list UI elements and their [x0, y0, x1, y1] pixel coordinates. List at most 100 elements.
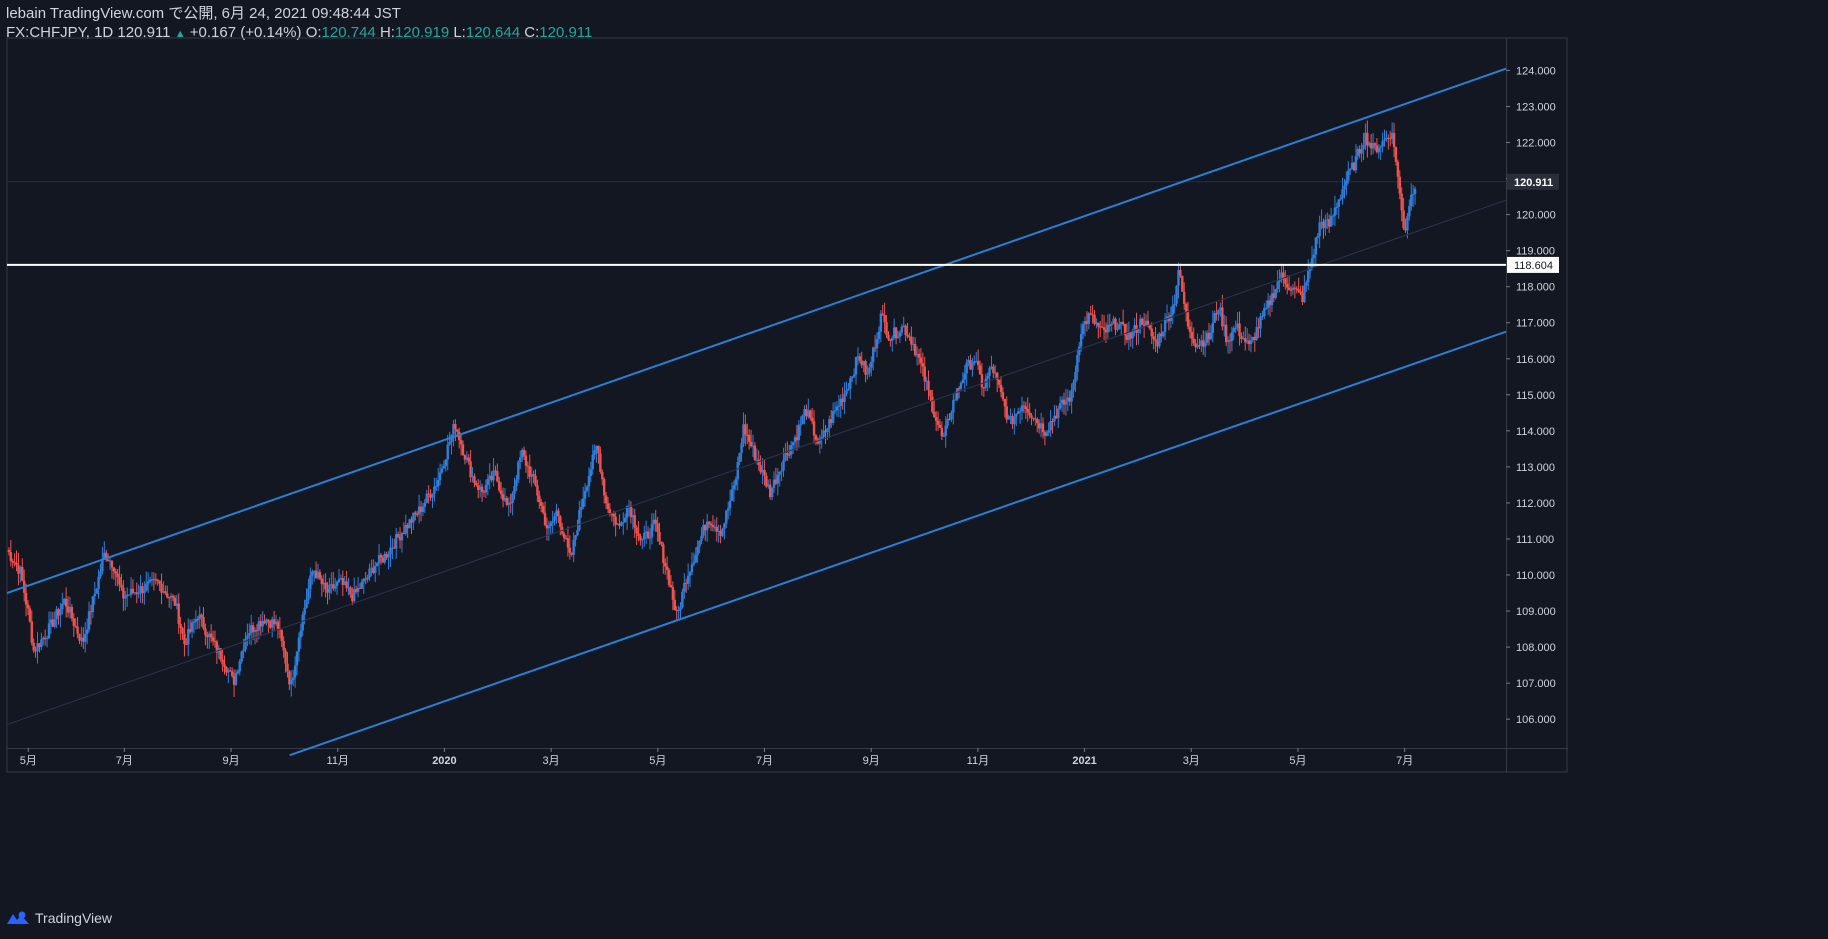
candle-body [1339, 198, 1342, 200]
candle-body [730, 489, 734, 501]
candle-body [1255, 327, 1258, 340]
candle-body [581, 498, 585, 508]
candle-body [238, 661, 241, 672]
candle-body [1400, 193, 1403, 211]
candle-body [93, 593, 96, 597]
candle-body [438, 472, 442, 480]
candle-body [1354, 156, 1358, 171]
candle-body [782, 460, 785, 471]
candle-body [116, 573, 119, 578]
candle-body [923, 366, 926, 382]
candle-body [877, 331, 881, 339]
candle-body [1360, 148, 1363, 154]
footer-brand: TradingView [35, 910, 113, 926]
candle-body [700, 535, 703, 542]
candle-body [1102, 327, 1106, 330]
candle-body [650, 524, 654, 538]
channel-line-upper [6, 67, 1507, 594]
candle-body [845, 390, 848, 394]
candle-body [566, 538, 570, 548]
candle-body [99, 571, 102, 577]
candle-body [183, 633, 186, 645]
x-tick-label: 7月 [116, 755, 133, 767]
candle-body [919, 357, 923, 364]
candle-body [547, 526, 551, 529]
candle-body [431, 493, 434, 498]
candle-body [484, 484, 488, 493]
candle-body [707, 521, 711, 524]
candle-body [248, 633, 251, 636]
candle-body [97, 576, 100, 589]
candle-body [1402, 210, 1405, 229]
last-price-label: 120.911 [1514, 177, 1553, 189]
candle-body [648, 537, 652, 539]
footer: TradingView [6, 910, 112, 926]
candle-body [114, 571, 117, 574]
candle-body [301, 614, 304, 631]
candle-body [1238, 323, 1241, 337]
price-chart[interactable]: 106.000 107.000 108.000 109.000 110.000 111.0… [0, 0, 1828, 939]
y-tick-label: 120.000 [1516, 210, 1556, 222]
candle-body [913, 343, 917, 356]
candle-body [835, 406, 839, 411]
candle-body [1089, 313, 1092, 315]
candle-body [1057, 408, 1060, 419]
candle-body [276, 621, 280, 629]
candle-body [425, 493, 428, 503]
candle-body [209, 633, 213, 638]
candle-body [70, 606, 74, 619]
candle-body [992, 366, 995, 374]
candle-body [1411, 193, 1415, 195]
candle-body [1335, 206, 1339, 208]
candle-body [662, 544, 665, 563]
candle-body [679, 607, 682, 610]
candle-body [85, 629, 89, 635]
candle-body [1314, 237, 1318, 255]
candle-body [1076, 355, 1079, 373]
candle-body [1381, 140, 1384, 147]
candle-body [1030, 415, 1033, 418]
candle-body [9, 552, 13, 561]
candle-body [177, 603, 180, 624]
candle-body [812, 421, 816, 436]
candle-body [442, 466, 446, 469]
candle-body [1015, 413, 1018, 417]
candle-body [190, 622, 194, 632]
candle-body [1274, 289, 1277, 298]
candle-body [1184, 303, 1188, 313]
candle-body [597, 445, 600, 454]
candle-body [1284, 278, 1287, 284]
candle-body [1152, 336, 1155, 340]
candle-body [1379, 146, 1382, 148]
candle-body [549, 522, 552, 527]
candle-body [683, 582, 686, 592]
candle-body [801, 415, 804, 425]
candle-body [1410, 194, 1413, 207]
candle-body [906, 334, 909, 337]
candle-body [961, 379, 965, 383]
candle-body [910, 336, 913, 345]
candle-body [64, 598, 68, 607]
candle-body [646, 531, 650, 538]
y-tick-label: 109.000 [1516, 606, 1556, 618]
y-tick-label: 123.000 [1516, 101, 1556, 113]
candle-body [810, 417, 814, 422]
y-tick-label: 110.000 [1516, 570, 1555, 582]
candle-body [786, 453, 789, 455]
candle-body [72, 618, 75, 626]
candle-body [709, 523, 713, 526]
candle-body [1154, 339, 1157, 341]
candle-body [677, 609, 680, 612]
candle-body [459, 440, 463, 445]
candle-body [791, 442, 795, 446]
candle-body [1303, 285, 1306, 303]
candle-body [1070, 389, 1073, 402]
candle-body [711, 525, 715, 528]
candle-body [534, 475, 537, 486]
candle-body [400, 533, 404, 541]
candle-body [1234, 327, 1237, 329]
candle-body [1348, 169, 1352, 171]
candle-body [499, 490, 503, 495]
candle-body [280, 629, 283, 641]
candle-body [1287, 287, 1291, 290]
